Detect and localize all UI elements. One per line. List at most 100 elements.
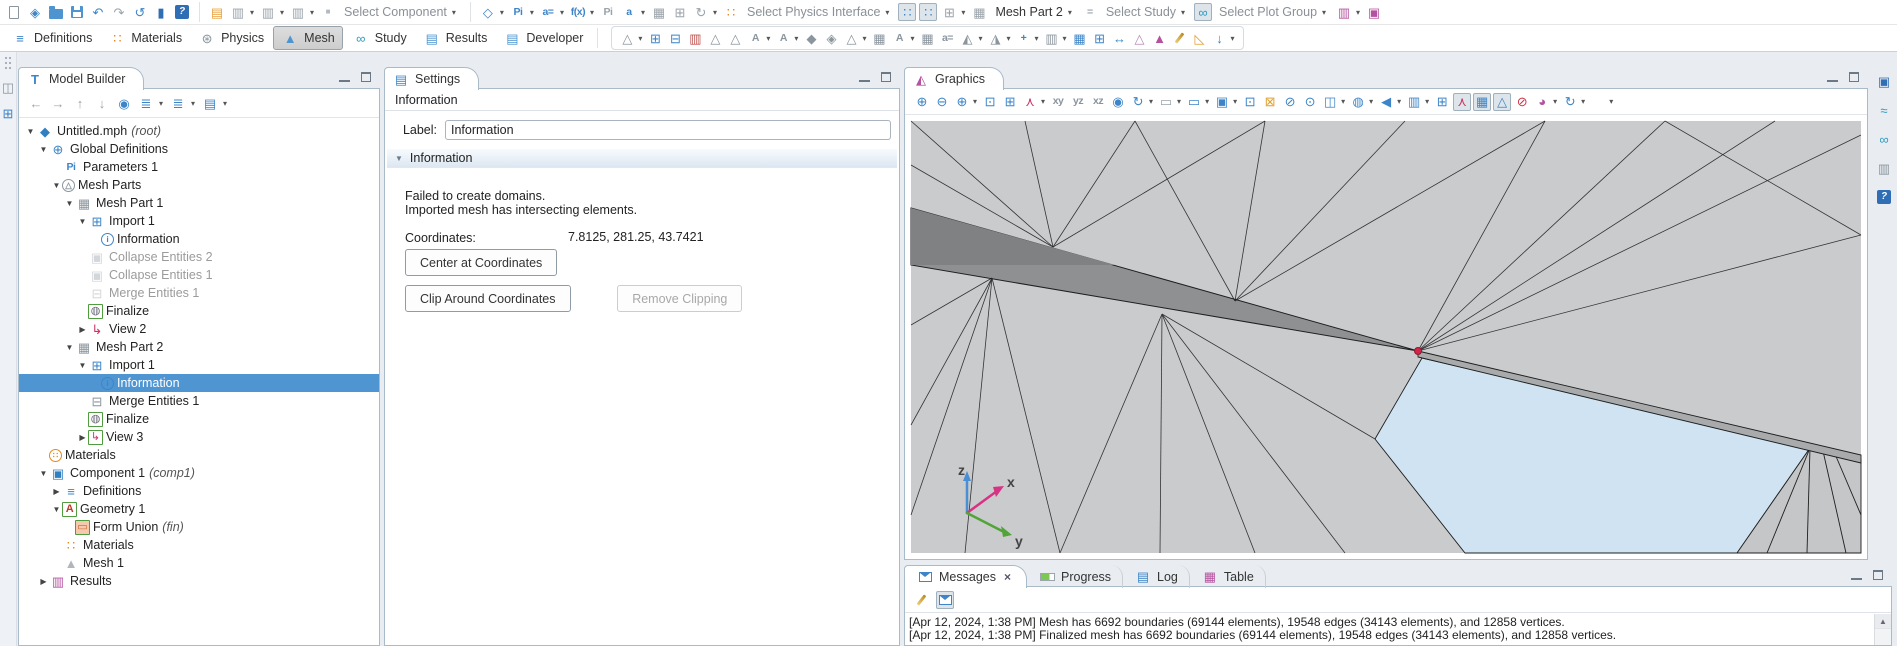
zoom-box-icon[interactable]: ⊕ — [953, 93, 971, 111]
dropdown-caret[interactable]: ▾ — [500, 8, 504, 17]
node-import-1-part2-icon[interactable]: ⊞ — [88, 356, 106, 374]
node-finalize-icon[interactable]: ◍ — [88, 304, 103, 319]
node-mesh-parts[interactable]: ▼△Mesh Parts — [19, 176, 379, 194]
expanded-arrow-icon[interactable]: ▼ — [64, 343, 75, 352]
dropdown-caret[interactable]: ▾ — [1609, 97, 1613, 106]
compute-icon[interactable]: = — [1081, 3, 1099, 21]
view-xy-icon[interactable]: xy — [1049, 93, 1067, 111]
dropdown-caret[interactable]: ▾ — [1177, 97, 1181, 106]
scale-icon[interactable]: ◮ — [986, 29, 1004, 47]
grid-toggle-icon[interactable]: ▦ — [1473, 93, 1491, 111]
convert-icon[interactable]: ▥ — [1043, 29, 1061, 47]
reset-icon[interactable]: ↓ — [1211, 29, 1229, 47]
node-mesh-part-2-icon[interactable]: ▦ — [75, 338, 93, 356]
mesh-part-toggle-icon[interactable]: ∷ — [919, 3, 937, 21]
delete-entities-icon[interactable]: ⊞ — [1091, 29, 1109, 47]
refine-icon[interactable]: A — [774, 29, 792, 47]
dropdown-caret[interactable]: ▾ — [159, 99, 163, 108]
node-information-selected-icon[interactable]: i — [101, 377, 114, 390]
help-window-icon[interactable] — [1875, 188, 1893, 206]
tab-log[interactable]: ▤Log — [1123, 565, 1190, 588]
node-mesh-1[interactable]: ▲Mesh 1 — [19, 554, 379, 572]
geometry-icon[interactable]: ◇ — [479, 3, 497, 21]
import-mesh-part-icon[interactable]: ⊞ — [646, 29, 664, 47]
dropdown-caret[interactable]: ▾ — [1397, 97, 1401, 106]
back-icon[interactable]: ← — [27, 94, 45, 112]
statistics-icon[interactable]: △ — [1131, 29, 1149, 47]
dropdown-caret[interactable]: ▾ — [1356, 8, 1360, 17]
node-definitions-icon[interactable]: ≡ — [62, 482, 80, 500]
node-mesh-parts-icon[interactable]: △ — [62, 179, 75, 192]
node-parameters-1-icon[interactable]: Pi — [62, 158, 80, 176]
expanded-arrow-icon[interactable]: ▼ — [38, 145, 49, 154]
dropdown-caret[interactable]: ▾ — [1149, 97, 1153, 106]
dropdown-caret[interactable]: ▾ — [1369, 97, 1373, 106]
documentation-icon[interactable]: ▮ — [152, 3, 170, 21]
tab-messages-icon[interactable] — [916, 568, 934, 586]
scene-sphere-icon[interactable]: ◍ — [1349, 93, 1367, 111]
bounding-box-icon[interactable]: ⊞ — [1433, 93, 1451, 111]
size-expr-icon[interactable]: a= — [938, 29, 956, 47]
node-merge-entities-1-icon[interactable]: ⊟ — [88, 284, 106, 302]
component-settings-icon[interactable]: ▥ — [229, 3, 247, 21]
stop-icon[interactable]: ■ — [319, 3, 337, 21]
clipping-off-icon[interactable]: ⊘ — [1513, 93, 1531, 111]
mesh-grid-icon[interactable]: ▦ — [970, 3, 988, 21]
node-merge-entities-1-part2[interactable]: ⊟Merge Entities 1 — [19, 392, 379, 410]
free-tetrahedral-icon[interactable]: ◆ — [802, 29, 820, 47]
expanded-arrow-icon[interactable]: ▼ — [51, 505, 62, 514]
node-component-1-icon[interactable]: ▣ — [49, 464, 67, 482]
rotate-icon[interactable]: ↻ — [1129, 93, 1147, 111]
dropdown-caret[interactable]: ▾ — [978, 34, 982, 43]
model-wizard-icon[interactable]: ◈ — [26, 3, 44, 21]
transparency-icon[interactable]: ▭ — [1185, 93, 1203, 111]
tab-progress-icon[interactable] — [1038, 568, 1056, 586]
node-collapse-entities-1[interactable]: ▣Collapse Entities 1 — [19, 266, 379, 284]
dropdown-caret[interactable]: ▾ — [1035, 34, 1039, 43]
node-view-2-icon[interactable]: ↳ — [88, 320, 106, 338]
node-geometry-1[interactable]: ▼AGeometry 1 — [19, 500, 379, 518]
dropdown-caret[interactable]: ▾ — [530, 8, 534, 17]
save-icon[interactable] — [68, 3, 86, 21]
tab-results[interactable]: ▤Results — [416, 27, 495, 49]
view-xz-icon[interactable]: xz — [1089, 93, 1107, 111]
tab-developer-icon[interactable]: ▤ — [503, 29, 521, 47]
node-import-1-part2[interactable]: ▼⊞Import 1 — [19, 356, 379, 374]
clear-mesh-icon[interactable]: ◺ — [1191, 29, 1209, 47]
maximize-button[interactable] — [881, 72, 891, 82]
parameters-icon[interactable]: Pi — [509, 3, 527, 21]
dropdown-caret[interactable]: ▾ — [280, 8, 284, 17]
tab-study[interactable]: ∞Study — [345, 27, 414, 49]
maximize-button[interactable] — [361, 72, 371, 82]
node-information-icon[interactable]: i — [101, 233, 114, 246]
help-icon[interactable] — [173, 3, 191, 21]
dropdown-caret[interactable]: ▾ — [766, 34, 770, 43]
expanded-arrow-icon[interactable]: ▼ — [51, 181, 62, 190]
size-icon[interactable]: △ — [706, 29, 724, 47]
tab-physics-icon[interactable]: ⊛ — [198, 29, 216, 47]
collapsed-arrow-icon[interactable]: ▶ — [38, 577, 49, 586]
scene-light-icon[interactable]: ▭ — [1157, 93, 1175, 111]
messages-scrollbar[interactable]: ▲ — [1874, 614, 1891, 645]
expanded-arrow-icon[interactable]: ▼ — [77, 217, 88, 226]
dropdown-caret[interactable]: ▾ — [1425, 97, 1429, 106]
dropdown-caret[interactable]: ▾ — [1205, 97, 1209, 106]
tab-table-icon[interactable]: ▦ — [1201, 568, 1219, 586]
label-input[interactable] — [445, 120, 891, 140]
dropdown-caret[interactable]: ▾ — [560, 8, 564, 17]
expanded-arrow-icon[interactable]: ▼ — [64, 199, 75, 208]
node-mesh-part-1-icon[interactable]: ▦ — [75, 194, 93, 212]
tab-results-icon[interactable]: ▤ — [423, 29, 441, 47]
variables-icon[interactable]: a= — [539, 3, 557, 21]
dropdown-caret[interactable]: ▾ — [1063, 34, 1067, 43]
forward-icon[interactable]: → — [49, 94, 67, 112]
node-collapse-entities-2[interactable]: ▣Collapse Entities 2 — [19, 248, 379, 266]
minimize-button[interactable] — [1827, 73, 1838, 82]
node-form-union-icon[interactable]: ▭ — [75, 520, 90, 535]
windows-icon[interactable]: ▥ — [1875, 159, 1893, 177]
study-icon[interactable]: ∞ — [1194, 3, 1212, 21]
node-definitions[interactable]: ▶≡Definitions — [19, 482, 379, 500]
open-file-icon[interactable] — [47, 3, 65, 21]
plot-group-icon[interactable]: ▥ — [1335, 3, 1353, 21]
mesh-part-dropdown[interactable]: Mesh Part 2▾ — [991, 5, 1077, 19]
